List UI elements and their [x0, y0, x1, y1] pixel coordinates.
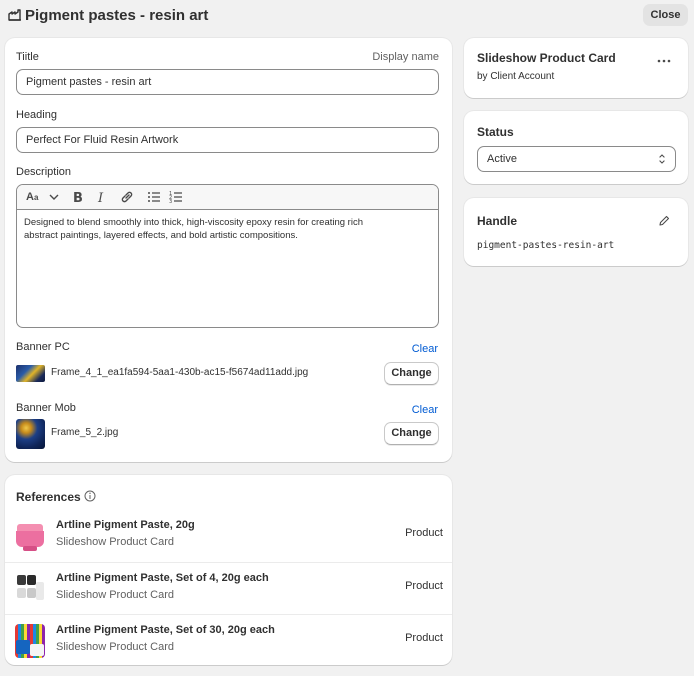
svg-text:B: B [73, 191, 83, 205]
banner-mob-filename: Frame_5_2.jpg [51, 427, 119, 438]
metaobject-icon [8, 9, 21, 21]
bullet-list-icon[interactable] [146, 189, 162, 205]
heading-label: Heading [16, 109, 57, 121]
bold-icon[interactable]: B [70, 189, 86, 205]
description-line: Designed to blend smoothly into thick, h… [24, 217, 363, 228]
banner-pc-clear-link[interactable]: Clear [412, 343, 438, 355]
banner-pc-change-button[interactable]: Change [384, 362, 439, 385]
banner-pc-filename: Frame_4_1_ea1fa594-5aa1-430b-ac15-f5674a… [51, 367, 309, 378]
product-thumbnail [15, 572, 45, 606]
reference-subtitle: Slideshow Product Card [56, 536, 175, 548]
references-card: References Artline Pigment Paste, 20g Sl… [5, 475, 452, 665]
reference-subtitle: Slideshow Product Card [56, 589, 175, 601]
banner-mob-clear-link[interactable]: Clear [412, 404, 438, 416]
font-size-icon[interactable]: Aa [26, 189, 42, 205]
page-title: Pigment pastes - resin art [25, 7, 209, 24]
banner-mob-label: Banner Mob [16, 402, 76, 414]
page-header: Pigment pastes - resin art Close [0, 0, 694, 32]
reference-type: Product [405, 632, 443, 644]
italic-icon[interactable]: I [93, 189, 109, 205]
svg-text:I: I [97, 191, 104, 205]
display-name-label: Display name [372, 51, 439, 63]
entry-form-card: Tiitle Display name Pigment pastes - res… [5, 38, 452, 462]
reference-name: Artline Pigment Paste, Set of 30, 20g ea… [56, 624, 275, 636]
status-card: Status Active [464, 111, 688, 184]
title-input[interactable]: Pigment pastes - resin art [16, 69, 439, 95]
banner-mob-change-button[interactable]: Change [384, 422, 439, 445]
handle-card: Handle pigment-pastes-resin-art [464, 198, 688, 266]
heading-input[interactable]: Perfect For Fluid Resin Artwork [16, 127, 439, 153]
edit-pencil-icon[interactable] [658, 215, 670, 227]
editor-toolbar: Aa B I 123 [17, 185, 438, 210]
reference-row[interactable]: Artline Pigment Paste, 20g Slideshow Pro… [5, 510, 452, 562]
reference-subtitle: Slideshow Product Card [56, 641, 175, 653]
handle-value: pigment-pastes-resin-art [477, 240, 615, 251]
svg-text:3: 3 [169, 199, 172, 205]
product-thumbnail [15, 624, 45, 658]
chevron-down-icon[interactable] [46, 189, 62, 205]
definition-name[interactable]: Slideshow Product Card [477, 51, 616, 65]
status-label: Status [477, 125, 514, 139]
references-title: References [16, 490, 81, 504]
more-actions-icon[interactable] [657, 59, 671, 63]
reference-name: Artline Pigment Paste, 20g [56, 519, 195, 531]
handle-label: Handle [477, 214, 518, 228]
definition-owner: by Client Account [477, 71, 555, 82]
description-text[interactable]: Designed to blend smoothly into thick, h… [24, 216, 363, 242]
reference-row[interactable]: Artline Pigment Paste, Set of 30, 20g ea… [5, 614, 452, 665]
product-thumbnail [15, 519, 45, 553]
link-icon[interactable] [119, 189, 135, 205]
description-line: abstract paintings, layered effects, and… [24, 230, 298, 241]
status-select[interactable]: Active [477, 146, 676, 172]
status-value: Active [487, 153, 517, 165]
banner-pc-label: Banner PC [16, 341, 70, 353]
numbered-list-icon[interactable]: 123 [168, 189, 184, 205]
reference-type: Product [405, 527, 443, 539]
banner-mob-thumbnail [16, 419, 45, 449]
select-arrows-icon [659, 154, 665, 164]
description-label: Description [16, 166, 72, 178]
banner-pc-thumbnail [16, 365, 45, 382]
info-icon[interactable] [84, 490, 96, 502]
reference-name: Artline Pigment Paste, Set of 4, 20g eac… [56, 572, 269, 584]
reference-type: Product [405, 580, 443, 592]
description-editor: Aa B I 123 Designed to blend smoothly in… [16, 184, 439, 328]
definition-card: Slideshow Product Card by Client Account [464, 38, 688, 98]
title-label: Tiitle [16, 51, 39, 63]
reference-row[interactable]: Artline Pigment Paste, Set of 4, 20g eac… [5, 562, 452, 614]
close-button[interactable]: Close [643, 4, 688, 26]
